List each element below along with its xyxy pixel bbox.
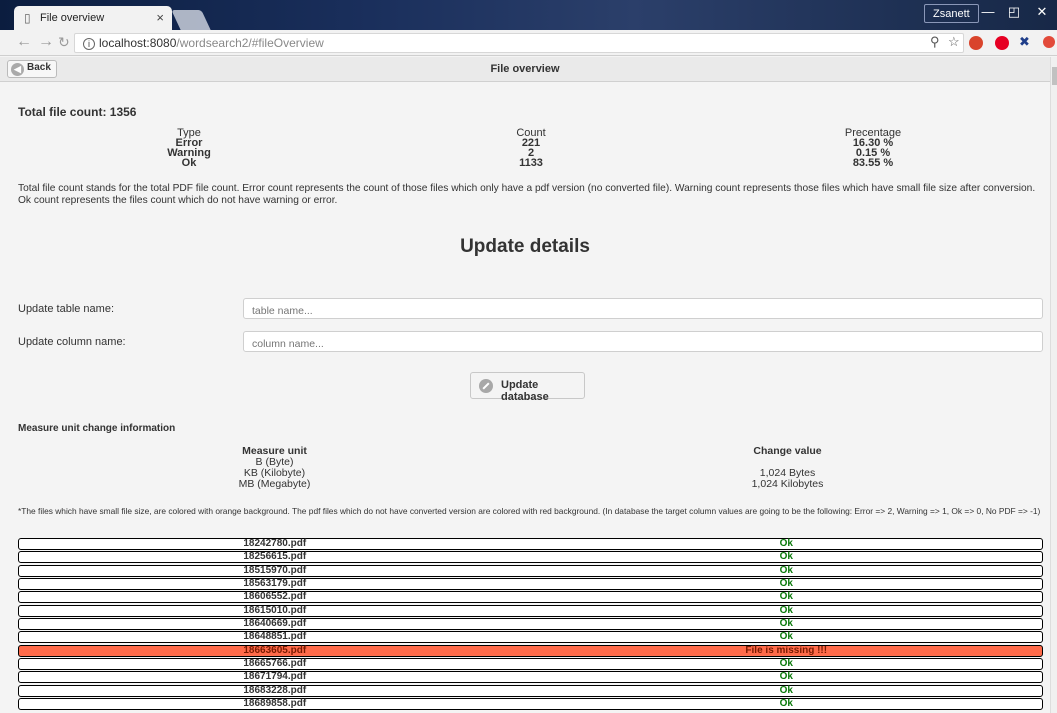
reload-icon[interactable]: ↻ (58, 34, 70, 51)
measure-col-value: Change value (753, 445, 822, 457)
file-row: 18671794.pdf Ok (18, 671, 1043, 684)
file-row: 18606552.pdf Ok (18, 591, 1043, 604)
stats-type: Ok (181, 157, 197, 169)
stats-description: Total file count stands for the total PD… (18, 183, 1036, 206)
file-row: 18242780.pdf Ok (18, 538, 1043, 550)
app-header: ◀ Back File overview (0, 57, 1050, 82)
file-status: Ok (779, 618, 793, 630)
stats-row: Ok 1133 83.55 % (18, 157, 1044, 169)
measure-row: KB (Kilobyte) 1,024 Bytes (18, 468, 1044, 479)
file-status: Ok (779, 578, 793, 590)
measure-header-row: Measure unit Change value (18, 446, 1044, 457)
file-status: Ok (779, 564, 793, 576)
new-tab-button[interactable] (171, 10, 211, 30)
file-status: Ok (779, 684, 793, 696)
measure-unit-title: Measure unit change information (18, 423, 176, 434)
forward-icon[interactable]: → (38, 33, 54, 51)
stats-count: 1133 (519, 157, 543, 169)
file-row: 18663605.pdf File is missing !!! (18, 644, 1043, 657)
file-row: 18615010.pdf Ok (18, 604, 1043, 617)
opera-icon[interactable] (969, 36, 983, 50)
file-status: Ok (779, 538, 793, 549)
measure-unit: MB (Megabyte) (238, 478, 311, 490)
url-path: /wordsearch2/#fileOverview (176, 36, 324, 50)
file-name: 18615010.pdf (243, 604, 307, 616)
file-name: 18671794.pdf (243, 671, 307, 683)
file-row: 18665766.pdf Ok (18, 658, 1043, 671)
file-stats-table: Type Count Precentage Error 221 16.30 % … (18, 128, 1044, 169)
file-row: 18515970.pdf Ok (18, 564, 1043, 577)
column-name-label: Update column name: (18, 336, 126, 348)
file-row: 18563179.pdf Ok (18, 578, 1043, 591)
file-name: 18663605.pdf (243, 644, 307, 656)
measure-unit-table: Measure unit Change value B (Byte) KB (K… (18, 446, 1044, 490)
record-icon[interactable] (1043, 36, 1055, 48)
column-name-input[interactable] (243, 331, 1043, 352)
file-name: 18640669.pdf (243, 618, 307, 630)
file-name: 18648851.pdf (243, 631, 307, 643)
update-database-label: Update database (501, 379, 549, 403)
measure-row: MB (Megabyte) 1,024 Kilobytes (18, 479, 1044, 490)
stats-percent: 83.55 % (852, 157, 894, 169)
tab-close-icon[interactable]: × (156, 10, 164, 25)
file-name: 18689858.pdf (243, 698, 307, 710)
file-status: Ok (779, 591, 793, 603)
file-status: Ok (779, 631, 793, 643)
file-status: Ok (779, 658, 793, 670)
update-details-title: Update details (460, 236, 590, 257)
page-title: File overview (490, 63, 560, 75)
file-status: Ok (779, 604, 793, 616)
back-icon[interactable]: ← (16, 33, 32, 51)
info-icon[interactable]: i (83, 38, 95, 50)
total-label: Total file count: (18, 105, 107, 119)
profile-button[interactable]: Zsanett (924, 4, 979, 23)
file-row: 18640669.pdf Ok (18, 618, 1043, 631)
file-name: 18606552.pdf (243, 591, 307, 603)
file-row: 18683228.pdf Ok (18, 684, 1043, 697)
zoom-icon[interactable]: ⚲ (930, 34, 940, 50)
file-row: 18648851.pdf Ok (18, 631, 1043, 644)
pinterest-icon[interactable] (995, 36, 1009, 50)
scrollbar-thumb[interactable] (1052, 67, 1057, 85)
file-name: 18515970.pdf (243, 564, 307, 576)
scrollbar[interactable] (1050, 57, 1057, 713)
file-name: 18563179.pdf (243, 578, 307, 590)
file-name: 18242780.pdf (243, 538, 307, 549)
color-legend-note: *The files which have small file size, a… (18, 506, 1041, 516)
table-name-input[interactable] (243, 298, 1043, 319)
table-name-label: Update table name: (18, 303, 115, 315)
browser-titlebar: ▯ File overview × Zsanett — ◰ ✕ (0, 0, 1057, 30)
file-status: Ok (779, 671, 793, 683)
document-icon: ▯ (24, 11, 31, 25)
measure-value: 1,024 Kilobytes (751, 478, 824, 490)
file-row: 18256615.pdf Ok (18, 551, 1043, 564)
close-window-icon[interactable]: ✕ (1030, 3, 1054, 23)
tab-title: File overview (40, 12, 105, 24)
file-row: 18689858.pdf Ok (18, 698, 1043, 711)
file-name: 18256615.pdf (243, 551, 307, 563)
block-icon (479, 379, 493, 393)
url-host: localhost:8080 (99, 36, 177, 50)
star-icon[interactable]: ☆ (948, 34, 960, 50)
total-file-count: Total file count: 1356 (18, 105, 136, 119)
file-status: File is missing !!! (745, 644, 828, 656)
file-status: Ok (779, 551, 793, 563)
minimize-icon[interactable]: — (976, 3, 1000, 23)
file-list: 18242780.pdf Ok 18256615.pdf Ok 18515970.pdf… (18, 538, 1043, 711)
restore-icon[interactable]: ◰ (1002, 3, 1026, 23)
update-database-button[interactable]: Update database (470, 372, 585, 403)
tools-icon[interactable]: ✖ (1019, 34, 1030, 50)
address-toolbar: ← → ↻ i localhost:8080/wordsearch2/#fileO… (0, 30, 1057, 56)
url-field[interactable]: i localhost:8080/wordsearch2/#fileOvervie… (74, 33, 964, 53)
file-status: Ok (779, 698, 793, 710)
measure-row: B (Byte) (18, 457, 1044, 468)
file-name: 18683228.pdf (243, 684, 307, 696)
browser-tab[interactable]: ▯ File overview × (14, 6, 172, 30)
total-value: 1356 (109, 105, 137, 119)
file-name: 18665766.pdf (243, 658, 307, 670)
